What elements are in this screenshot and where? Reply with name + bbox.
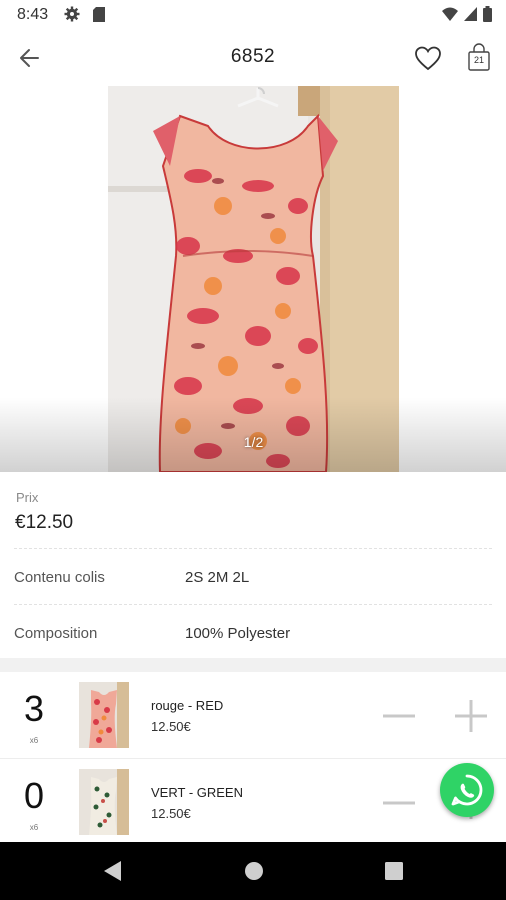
variant-price: 12.50€ — [151, 806, 191, 821]
status-time: 8:43 — [17, 6, 49, 23]
divider — [14, 548, 492, 549]
variant-unit: x6 — [29, 823, 39, 832]
variant-unit: x6 — [29, 736, 39, 745]
system-nav-bar — [0, 842, 506, 900]
sim-card-icon — [93, 7, 105, 27]
nav-recents-icon[interactable] — [385, 862, 403, 885]
variant-name: rouge - RED — [151, 698, 224, 713]
favorite-button[interactable] — [413, 44, 443, 72]
price-value: €12.50 — [15, 512, 74, 533]
app-bar: 6852 21 — [0, 30, 506, 87]
detail-label-composition: Composition — [14, 625, 98, 642]
plus-icon — [455, 700, 487, 732]
section-separator — [0, 658, 506, 672]
product-gallery[interactable]: 1/2 — [0, 86, 506, 472]
minus-icon — [383, 714, 415, 718]
price-label: Prix — [16, 490, 39, 505]
whatsapp-button[interactable] — [440, 763, 494, 817]
decrease-quantity-button[interactable] — [381, 704, 417, 728]
decrease-quantity-button[interactable] — [381, 791, 417, 815]
detail-label-contents: Contenu colis — [14, 569, 105, 586]
divider — [14, 604, 492, 605]
nav-home-icon[interactable] — [244, 861, 264, 886]
variant-quantity: 3 — [23, 688, 45, 729]
status-bar: 8:43 — [0, 0, 506, 30]
battery-icon — [483, 6, 492, 27]
minus-icon — [383, 801, 415, 805]
image-counter: 1/2 — [243, 434, 264, 450]
signal-icon — [464, 7, 477, 26]
cart-button[interactable]: 21 — [464, 42, 494, 74]
variant-thumbnail[interactable] — [79, 682, 129, 748]
status-icons — [442, 6, 492, 27]
wifi-icon — [442, 7, 458, 26]
cart-count-badge: 21 — [473, 55, 484, 65]
detail-value-contents: 2S 2M 2L — [185, 569, 250, 586]
variant-quantity: 0 — [23, 775, 45, 816]
whatsapp-icon — [451, 774, 483, 806]
settings-icon — [64, 6, 80, 27]
variant-thumbnail[interactable] — [79, 769, 129, 835]
heart-icon — [415, 46, 441, 71]
variant-row: 0 x6 VERT - GREEN 12.50€ — [0, 759, 506, 846]
variant-price: 12.50€ — [151, 719, 191, 734]
detail-value-composition: 100% Polyester — [185, 625, 291, 642]
variant-name: VERT - GREEN — [151, 785, 243, 800]
nav-back-icon[interactable] — [102, 860, 122, 887]
variant-row: 3 x6 rouge - RED 12.50€ — [0, 672, 506, 759]
increase-quantity-button[interactable] — [453, 698, 489, 734]
